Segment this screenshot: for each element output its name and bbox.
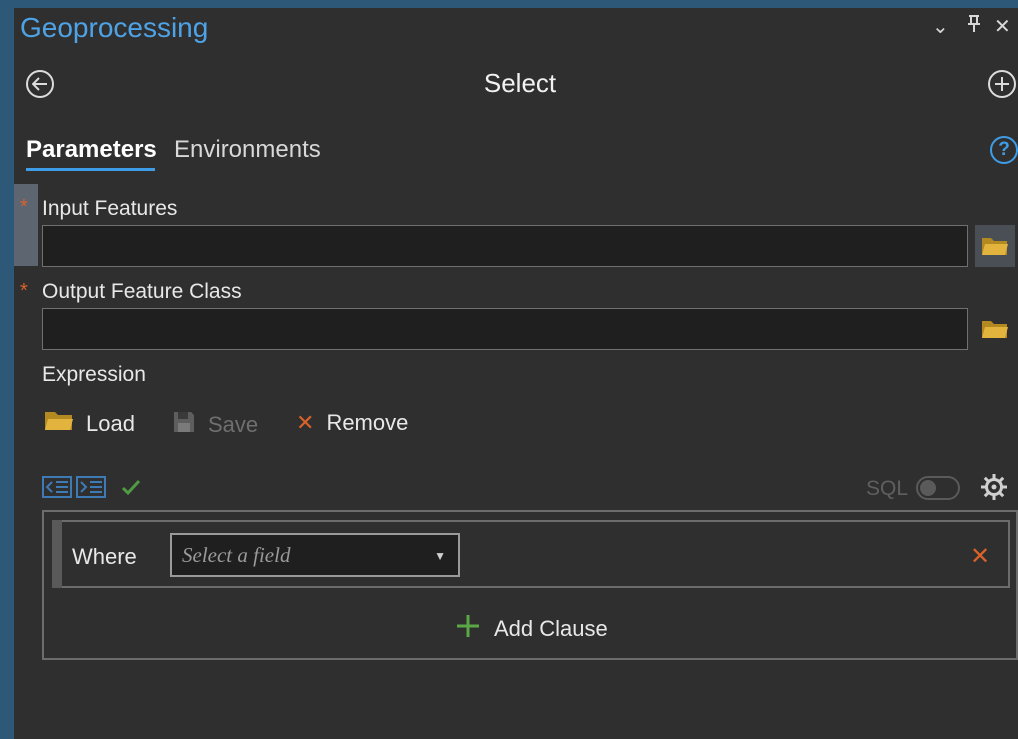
indent-increase-icon[interactable] (76, 476, 106, 503)
output-feature-class-label: Output Feature Class (42, 280, 242, 303)
sql-toggle[interactable] (916, 476, 960, 500)
add-clause-button[interactable]: Add Clause (456, 614, 608, 644)
sql-toggle-label: SQL (866, 477, 909, 500)
browse-folder-icon[interactable] (975, 308, 1015, 350)
output-feature-class-field[interactable] (42, 308, 968, 350)
dropdown-caret-icon: ▼ (434, 549, 446, 563)
active-tab-indicator (26, 168, 155, 171)
add-plus-icon (456, 614, 480, 644)
required-marker: * (20, 196, 28, 218)
expression-label: Expression (42, 363, 146, 386)
field-select-placeholder: Select a field (182, 543, 291, 567)
plus-circle-icon[interactable] (988, 70, 1016, 98)
input-features-label: Input Features (42, 197, 178, 220)
save-label: Save (208, 412, 259, 437)
save-disk-icon (172, 410, 196, 440)
remove-clause-icon[interactable]: ✕ (970, 542, 990, 571)
help-icon[interactable]: ? (990, 136, 1018, 164)
load-button[interactable]: Load (44, 410, 135, 438)
close-pane-icon[interactable]: ✕ (994, 14, 1011, 39)
input-features-field[interactable] (42, 225, 968, 267)
add-clause-label: Add Clause (494, 616, 608, 641)
remove-button[interactable]: ✕ Remove (296, 410, 408, 436)
browse-folder-icon[interactable] (975, 225, 1015, 267)
verify-check-icon[interactable] (120, 476, 142, 503)
save-button[interactable]: Save (172, 410, 258, 440)
tool-title: Select (483, 68, 557, 98)
tab-environments[interactable]: Environments (174, 136, 321, 164)
gear-icon[interactable] (978, 471, 1010, 508)
pin-icon[interactable] (966, 14, 982, 40)
required-marker: * (20, 280, 28, 302)
pane-title: Geoprocessing (20, 12, 209, 43)
load-label: Load (86, 411, 135, 436)
where-label: Where (72, 544, 137, 569)
field-select[interactable]: Select a field ▼ (170, 533, 460, 577)
app-frame-top-edge (0, 0, 1018, 8)
indent-decrease-icon[interactable] (42, 476, 72, 503)
clause-row-handle[interactable] (52, 520, 62, 588)
sql-toggle-knob (920, 480, 936, 496)
remove-label: Remove (326, 410, 409, 435)
tab-parameters[interactable]: Parameters (26, 136, 157, 164)
folder-open-icon (44, 410, 74, 438)
remove-x-icon: ✕ (296, 410, 315, 435)
pane-menu-icon[interactable]: ⌄ (932, 14, 949, 39)
app-frame-edge (0, 0, 14, 739)
